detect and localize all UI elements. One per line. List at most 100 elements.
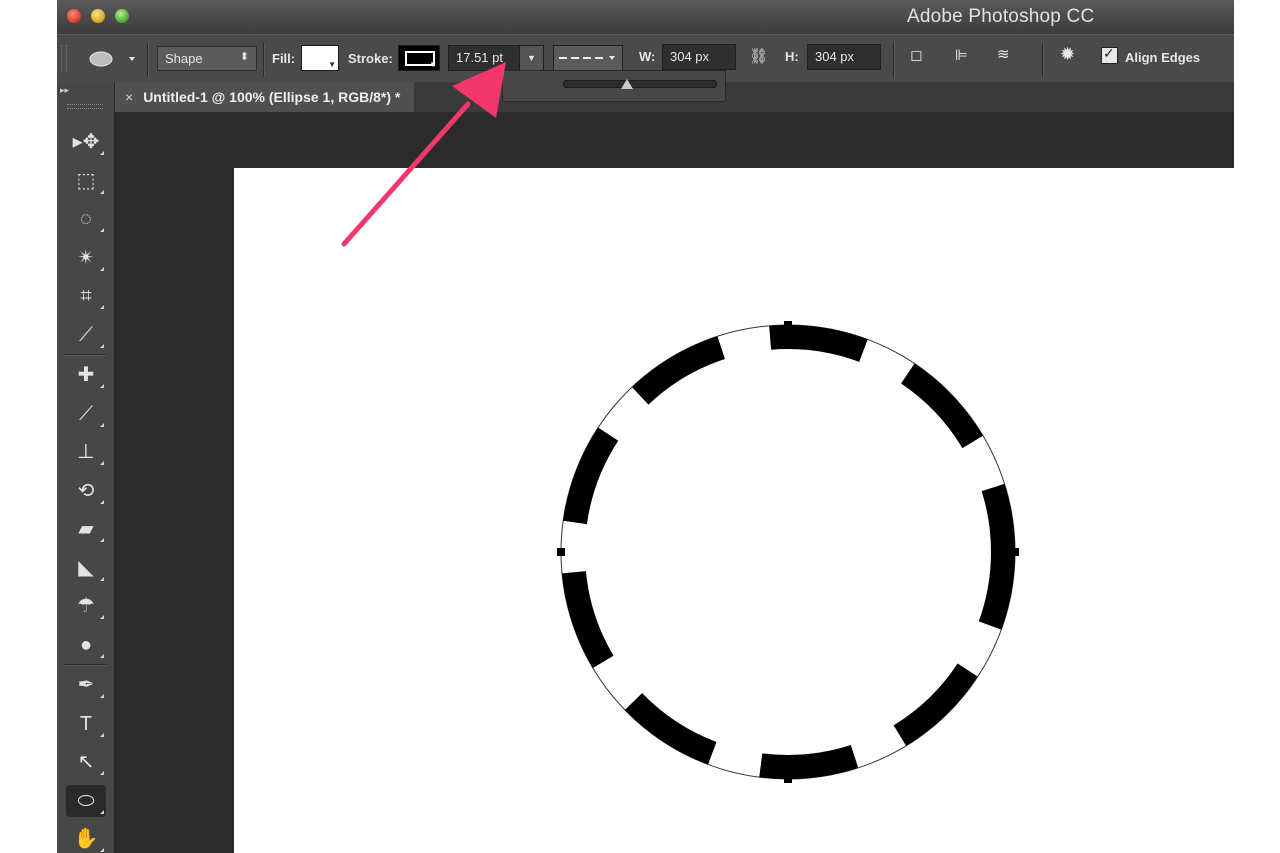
eyedropper-tool[interactable]: ⟋ [66,319,106,351]
tool-group-indicator [100,151,104,155]
hand-icon: ✋ [73,828,99,850]
stroke-width-dropdown-button[interactable]: ▼ [519,45,544,71]
type-icon: T [79,712,93,735]
paint-bucket-tool[interactable]: ◣ [66,552,106,584]
anchor-point-left[interactable] [557,548,565,556]
fill-label: Fill: [272,51,296,66]
document-tab[interactable]: × Untitled-1 @ 100% (Ellipse 1, RGB/8*) * [115,82,415,112]
tool-group-indicator [100,538,104,542]
ellipse-icon: ⬭ [77,789,95,812]
title-bar: Adobe Photoshop CC [57,0,1234,34]
anchor-point-top[interactable] [784,321,792,329]
anchor-point-right[interactable] [1011,548,1019,556]
pen-tool[interactable]: ✒ [66,669,106,701]
separator [147,43,149,77]
tool-separator [64,664,106,666]
tool-group-indicator [100,848,104,852]
width-field[interactable]: 304 px [662,44,736,70]
rectangular-marquee-icon: ⬚ [76,169,96,192]
tool-group-indicator [100,499,104,504]
pen-icon: ✒ [77,674,95,696]
paint-bucket-icon: ◣ [78,556,94,579]
tool-group-indicator [100,266,104,271]
height-value: 304 px [815,49,855,64]
panel-grip[interactable] [67,104,103,109]
tool-group-indicator [100,576,104,581]
move-icon: ▸✥ [72,131,100,153]
tool-group-indicator [100,461,104,465]
move-tool[interactable]: ▸✥ [66,126,106,158]
path-alignment-icon[interactable]: ⊫ [955,46,968,64]
tool-group-indicator [100,694,104,698]
tool-group-indicator [100,615,104,619]
document-canvas[interactable] [234,168,1234,853]
tool-group-indicator [100,228,104,232]
stroke-width-slider-track[interactable] [563,80,717,88]
close-tab-icon[interactable]: × [125,89,133,105]
ellipse-shape-layer[interactable] [234,168,1234,853]
separator [1042,43,1044,77]
history-brush-tool[interactable]: ⟲ [66,475,106,507]
tool-group-indicator [100,305,104,309]
path-operations-icon[interactable]: ◻ [910,46,922,64]
ellipse-tool[interactable]: ⬭ [66,784,106,817]
minimize-window-button[interactable] [91,9,105,23]
type-tool[interactable]: T [66,708,106,740]
options-bar-grip[interactable] [61,45,67,71]
swatch-dropdown-icon: ▼ [429,60,437,69]
path-selection-tool[interactable]: ↖ [66,746,106,778]
align-edges-checkbox[interactable]: ✓ [1101,45,1118,64]
eraser-tool[interactable]: ▰ [66,513,106,545]
app-title: Adobe Photoshop CC [907,6,1095,27]
path-arrangement-icon[interactable]: ≋ [997,45,1010,63]
eraser-icon: ▰ [78,518,94,540]
checkmark-icon: ✓ [1103,45,1115,61]
align-edges-label: Align Edges [1125,50,1201,65]
tool-group-indicator [100,732,104,737]
lasso-icon: ◌ [80,208,92,230]
crop-icon: ⌗ [80,285,92,307]
collapse-panel-icon[interactable]: ▸▸ [60,85,69,96]
height-label: H: [785,49,799,64]
path-selection-icon: ↖ [77,751,95,773]
stroke-width-slider-thumb[interactable] [621,79,633,89]
gear-icon[interactable]: ✹ [1060,44,1075,65]
stroke-type-select[interactable] [553,45,623,71]
lasso-tool[interactable]: ◌ [66,203,106,235]
fill-swatch[interactable]: ▼ [301,45,339,71]
anchor-point-bottom[interactable] [784,775,792,783]
magic-wand-tool[interactable]: ✴ [66,242,106,274]
close-window-button[interactable] [67,9,81,23]
eyedropper-icon: ⟋ [79,323,93,346]
zoom-window-button[interactable] [115,9,129,23]
clone-stamp-icon: ⊥ [77,441,95,463]
width-value: 304 px [670,49,710,64]
stroke-label: Stroke: [348,51,393,66]
tool-group-indicator [100,653,104,658]
brush-tool[interactable]: ⟋ [66,398,106,430]
tools-panel: ▸▸ ▸✥ ⬚ ◌ ✴ ⌗ ⟋ ✚ ⟋ ⊥ ⟲ ▰ ◣ ☂ ● ✒ T ↖ ⬭ ✋ [57,82,115,853]
swatch-dropdown-icon: ▼ [328,60,336,69]
blur-tool[interactable]: ☂ [66,590,106,622]
link-icon[interactable]: ⛓ [749,47,768,65]
tool-group-indicator [100,189,104,194]
spot-healing-brush-tool[interactable]: ✚ [66,359,106,391]
tool-group-indicator [100,422,104,427]
hand-tool[interactable]: ✋ [66,823,106,853]
ellipse-preset-icon [89,51,135,67]
width-label: W: [639,49,656,64]
clone-stamp-tool[interactable]: ⊥ [66,436,106,468]
blur-icon: ☂ [77,595,95,617]
tool-mode-select[interactable]: Shape ⬍ [157,46,257,71]
height-field[interactable]: 304 px [807,44,881,70]
separator [893,43,895,77]
tool-preset-picker[interactable] [85,47,145,71]
stroke-width-slider-popup [502,70,726,102]
stroke-swatch[interactable]: ▼ [398,45,440,71]
dodge-tool[interactable]: ● [66,629,106,661]
rectangular-marquee-tool[interactable]: ⬚ [66,165,106,197]
tool-group-indicator [100,343,104,348]
crop-tool[interactable]: ⌗ [66,280,106,312]
photoshop-window: Adobe Photoshop CC Shape ⬍ Fill: ▼ Strok… [57,0,1234,853]
tool-group-indicator [100,384,104,388]
